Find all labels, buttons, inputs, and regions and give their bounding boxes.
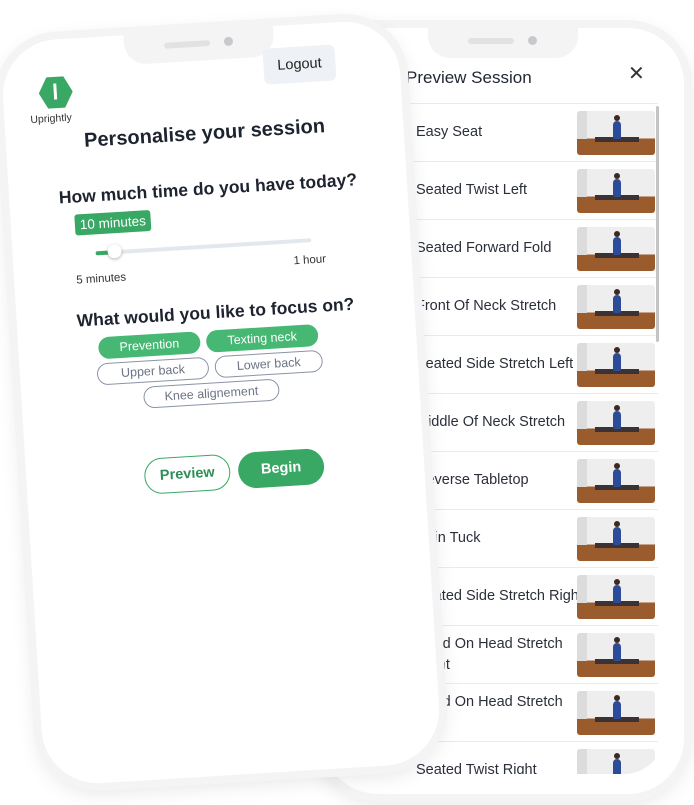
exercise-row[interactable]: ⌄Seated Side Stretch Left xyxy=(386,335,658,393)
time-value-badge: 10 minutes xyxy=(74,209,152,236)
exercise-row[interactable]: ⌄Front Of Neck Stretch xyxy=(386,277,658,335)
exercise-name: Hand On Head Stretch Right xyxy=(416,635,563,673)
slider-min-label: 5 minutes xyxy=(75,271,127,287)
exercise-thumbnail xyxy=(577,111,655,155)
exercise-name: Front Of Neck Stretch xyxy=(416,298,557,314)
exercise-name: Seated Side Stretch Right xyxy=(416,588,583,604)
focus-chip[interactable]: Prevention xyxy=(97,331,201,360)
exercise-name: Seated Forward Fold xyxy=(416,240,552,256)
exercise-thumbnail xyxy=(577,633,655,677)
focus-chips: Prevention Texting neck Upper back Lower ba… xyxy=(88,323,332,412)
exercise-row[interactable]: ⌄ Seated Twist Right xyxy=(386,741,658,774)
time-slider[interactable] xyxy=(95,238,312,259)
focus-question: What would you like to focus on? xyxy=(76,293,355,331)
scrollbar[interactable] xyxy=(656,106,659,342)
focus-chip[interactable]: Lower back xyxy=(214,349,324,379)
exercise-thumbnail xyxy=(577,749,655,774)
exercise-thumbnail xyxy=(577,401,655,445)
exercise-row[interactable]: ⌄Seated Forward Fold xyxy=(386,219,658,277)
exercise-name: Easy Seat xyxy=(416,124,483,140)
exercise-thumbnail xyxy=(577,517,655,561)
preview-title: Preview Session xyxy=(406,68,532,87)
exercise-name: Middle Of Neck Stretch xyxy=(416,414,566,430)
preview-button[interactable]: Preview xyxy=(143,453,232,495)
exercise-thumbnail xyxy=(577,285,655,329)
brand-name: Uprightly xyxy=(30,111,73,127)
focus-chip[interactable]: Knee alignement xyxy=(142,378,280,409)
phone-notch xyxy=(428,28,578,58)
exercise-row[interactable]: ⌄Middle Of Neck Stretch xyxy=(386,393,658,451)
exercise-thumbnail xyxy=(577,459,655,503)
exercise-name: Hand On Head Stretch Left xyxy=(416,693,563,731)
exercise-thumbnail xyxy=(577,343,655,387)
slider-max-label: 1 hour xyxy=(293,253,327,268)
uprightly-logo-icon xyxy=(38,75,74,111)
focus-chip[interactable]: Upper back xyxy=(96,356,210,386)
close-icon[interactable]: ✕ xyxy=(628,61,645,86)
exercise-thumbnail xyxy=(577,691,655,735)
exercise-thumbnail xyxy=(577,575,655,619)
exercise-name: Seated Twist Left xyxy=(416,182,527,198)
exercise-row[interactable]: ⌄Reverse Tabletop xyxy=(386,451,658,509)
focus-chip[interactable]: Texting neck xyxy=(205,323,319,353)
logout-button[interactable]: Logout xyxy=(262,44,337,85)
phone-notch xyxy=(123,26,275,66)
exercise-thumbnail xyxy=(577,227,655,271)
exercise-name: Reverse Tabletop xyxy=(416,472,529,488)
exercise-name: Seated Side Stretch Left xyxy=(416,356,574,372)
exercise-row[interactable]: ⌄Seated Twist Left xyxy=(386,161,658,219)
exercise-name: Seated Twist Right xyxy=(416,762,537,774)
exercise-name: Chin Tuck xyxy=(416,530,481,546)
exercise-thumbnail xyxy=(577,169,655,213)
exercise-row[interactable]: ⌄Easy Seat xyxy=(386,103,658,161)
personalise-phone: Logout Uprightly Personalise your sessio… xyxy=(0,18,443,787)
begin-button[interactable]: Begin xyxy=(237,447,326,490)
time-question: How much time do you have today? xyxy=(58,169,358,208)
slider-handle[interactable] xyxy=(107,243,123,259)
